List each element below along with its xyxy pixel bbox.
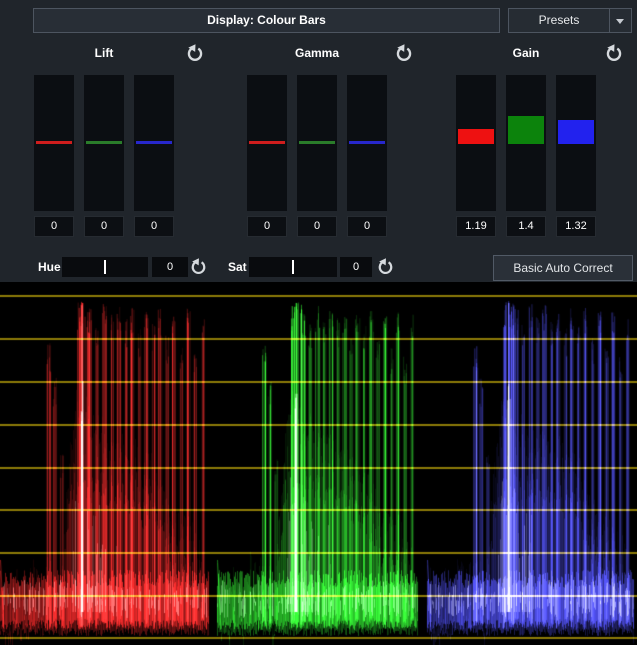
lift-red-slider[interactable] [34, 75, 74, 211]
display-selector-button[interactable]: Display: Colour Bars [33, 8, 500, 33]
sat-value[interactable]: 0 [340, 257, 372, 277]
presets-button[interactable]: Presets [508, 8, 632, 33]
hue-reset-icon[interactable] [190, 258, 207, 275]
hue-slider-handle [104, 260, 106, 274]
gamma-blue-value[interactable]: 0 [347, 216, 387, 237]
gamma-red-value[interactable]: 0 [247, 216, 287, 237]
sat-slider-handle [292, 260, 294, 274]
gain-title: Gain [456, 46, 596, 60]
sat-slider[interactable] [249, 257, 337, 277]
lift-green-indicator [86, 141, 122, 144]
gamma-green-indicator [299, 141, 335, 144]
hue-label: Hue [38, 257, 60, 277]
gain-blue-slider[interactable] [556, 75, 596, 211]
gain-green-slider[interactable] [506, 75, 546, 211]
lift-blue-indicator [136, 141, 172, 144]
controls-panel: Display: Colour Bars Presets Lift 0 0 0 … [0, 0, 637, 282]
gamma-blue-indicator [349, 141, 385, 144]
gain-blue-indicator [558, 120, 594, 144]
presets-divider [609, 9, 610, 32]
gamma-red-slider[interactable] [247, 75, 287, 211]
lift-blue-slider[interactable] [134, 75, 174, 211]
gain-green-value[interactable]: 1.4 [506, 216, 546, 237]
gamma-green-slider[interactable] [297, 75, 337, 211]
lift-blue-value[interactable]: 0 [134, 216, 174, 237]
hue-value[interactable]: 0 [152, 257, 188, 277]
gamma-reset-icon[interactable] [395, 44, 413, 62]
lift-green-slider[interactable] [84, 75, 124, 211]
sat-label: Sat [228, 257, 250, 277]
gamma-blue-slider[interactable] [347, 75, 387, 211]
presets-label: Presets [509, 9, 609, 32]
lift-title: Lift [34, 46, 174, 60]
chevron-down-icon[interactable] [616, 19, 624, 24]
gain-blue-value[interactable]: 1.32 [556, 216, 596, 237]
gain-red-value[interactable]: 1.19 [456, 216, 496, 237]
basic-auto-correct-button[interactable]: Basic Auto Correct [493, 255, 633, 281]
hue-slider[interactable] [62, 257, 148, 277]
gain-green-indicator [508, 116, 544, 144]
gain-reset-icon[interactable] [605, 44, 623, 62]
rgb-parade-waveform-display [0, 282, 637, 645]
gamma-red-indicator [249, 141, 285, 144]
gamma-green-value[interactable]: 0 [297, 216, 337, 237]
lift-red-indicator [36, 141, 72, 144]
lift-red-value[interactable]: 0 [34, 216, 74, 237]
gamma-title: Gamma [247, 46, 387, 60]
lift-reset-icon[interactable] [186, 44, 204, 62]
gain-red-slider[interactable] [456, 75, 496, 211]
gain-red-indicator [458, 129, 494, 144]
colour-correction-panel: Display: Colour Bars Presets Lift 0 0 0 … [0, 0, 637, 645]
sat-reset-icon[interactable] [377, 258, 394, 275]
lift-green-value[interactable]: 0 [84, 216, 124, 237]
